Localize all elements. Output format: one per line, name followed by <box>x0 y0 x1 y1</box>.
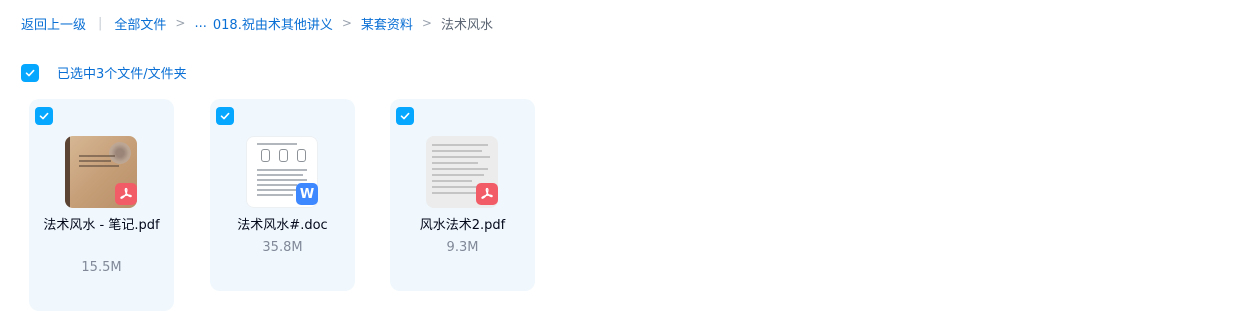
file-size: 9.3M <box>446 240 479 255</box>
file-card[interactable]: 风水法术2.pdf 9.3M <box>390 99 535 291</box>
check-icon <box>220 112 230 120</box>
thumbnail-line <box>257 194 293 196</box>
file-name: 法术风水#.doc <box>237 218 328 233</box>
thumbnail-line <box>432 180 472 182</box>
select-all-checkbox[interactable] <box>21 63 39 82</box>
breadcrumb-item-zhuyou[interactable]: 018.祝由术其他讲义 <box>213 14 333 33</box>
thumbnail-figure <box>261 149 270 162</box>
thumbnail-line <box>432 174 484 176</box>
breadcrumb-separator: > <box>175 16 186 30</box>
thumbnail-line <box>432 156 490 158</box>
thumbnail-line <box>257 174 303 176</box>
thumbnail-seal <box>109 142 131 164</box>
breadcrumb-ellipsis[interactable]: ... <box>194 16 206 31</box>
thumbnail-spine <box>65 136 70 208</box>
breadcrumb-all-files[interactable]: 全部文件 <box>114 14 166 33</box>
check-icon <box>400 112 410 120</box>
pdf-icon <box>476 183 498 205</box>
thumbnail-line <box>432 192 476 194</box>
file-checkbox[interactable] <box>396 107 414 125</box>
file-size: 15.5M <box>81 260 122 275</box>
thumbnail-line <box>432 150 482 152</box>
breadcrumb-separator: > <box>421 16 432 30</box>
select-all-bar: 已选中3个文件/文件夹 <box>21 63 187 82</box>
pdf-icon <box>115 183 137 205</box>
file-checkbox[interactable] <box>216 107 234 125</box>
file-checkbox[interactable] <box>35 107 53 125</box>
back-to-parent-link[interactable]: 返回上一级 <box>21 14 86 33</box>
file-name: 法术风水 - 笔记.pdf <box>43 218 160 233</box>
breadcrumb-current: 法术风水 <box>440 17 493 33</box>
check-icon <box>25 69 35 76</box>
thumbnail-line <box>257 179 307 181</box>
thumbnail-line <box>432 168 488 170</box>
word-icon: W <box>296 183 318 205</box>
check-icon <box>39 112 49 120</box>
file-card[interactable]: 法术风水 - 笔记.pdf 15.5M <box>29 99 174 311</box>
thumbnail-line <box>257 143 297 145</box>
file-size: 35.8M <box>262 240 303 255</box>
thumbnail-line <box>257 184 297 186</box>
thumbnail-figure <box>279 149 288 162</box>
file-name: 风水法术2.pdf <box>419 218 506 233</box>
thumbnail-line <box>257 169 307 171</box>
file-card[interactable]: W 法术风水#.doc 35.8M <box>210 99 355 291</box>
thumbnail-line <box>79 165 119 167</box>
breadcrumb-separator: > <box>341 16 352 30</box>
breadcrumb: 返回上一级 | 全部文件 > ... 018.祝由术其他讲义 > 某套资料 > … <box>21 12 493 34</box>
thumbnail-figure <box>297 149 306 162</box>
selection-count-label: 已选中3个文件/文件夹 <box>57 67 187 82</box>
thumbnail-line <box>79 160 111 162</box>
breadcrumb-divider: | <box>98 15 103 31</box>
thumbnail-line <box>432 162 478 164</box>
thumbnail-line <box>79 155 115 157</box>
thumbnail-line <box>432 144 488 146</box>
breadcrumb-item-ziliao[interactable]: 某套资料 <box>361 14 413 33</box>
